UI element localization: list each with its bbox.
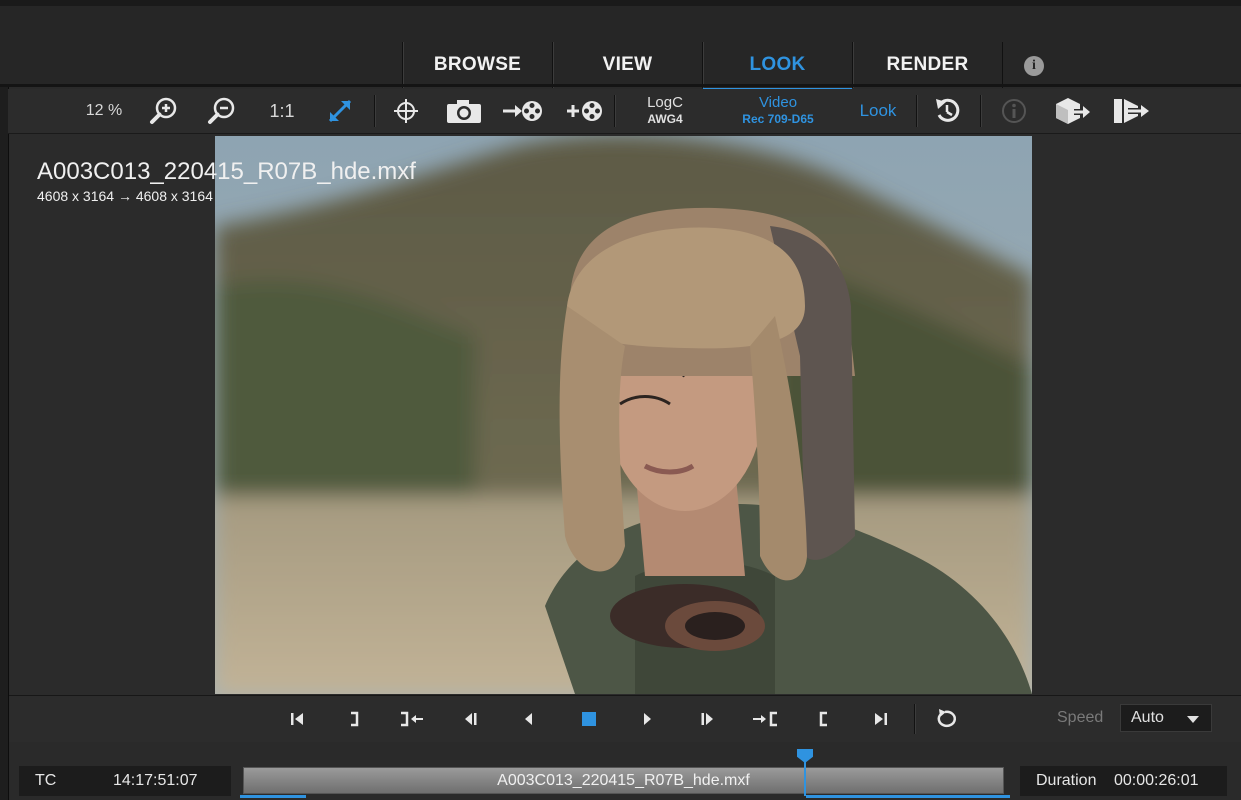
toolbar-separator — [374, 95, 375, 127]
duration-value: 00:00:26:01 — [1114, 772, 1199, 789]
duration-label: Duration — [1036, 772, 1097, 789]
clip-info-icon[interactable] — [996, 89, 1032, 133]
reset-history-icon[interactable] — [930, 89, 966, 133]
left-edge-panel — [0, 87, 9, 800]
export-reel-icon[interactable] — [500, 89, 546, 133]
tab-browse[interactable]: BROWSE — [402, 42, 552, 88]
zoom-level: 12 % — [85, 102, 123, 119]
timeline-clip[interactable]: A003C013_220415_R07B_hde.mxf — [243, 767, 1004, 794]
top-bar: BROWSE VIEW LOOK RENDER i — [0, 0, 1241, 91]
duration-box: Duration 00:00:26:01 — [1020, 766, 1227, 796]
input-colorspace-name: LogC — [647, 94, 683, 111]
transport-separator — [914, 704, 915, 734]
timecode-value: 14:17:51:07 — [113, 772, 198, 789]
out-range-marker — [806, 795, 1010, 798]
snapshot-camera-icon[interactable] — [444, 89, 484, 133]
output-colorspace[interactable]: Video Rec 709-D65 — [730, 89, 826, 133]
fit-icon[interactable] — [322, 89, 358, 133]
go-to-in-icon[interactable] — [747, 696, 783, 742]
loop-icon[interactable] — [929, 696, 965, 742]
tab-render[interactable]: RENDER — [852, 42, 1002, 88]
toolbar-separator — [980, 95, 981, 127]
export-lut-icon[interactable] — [1050, 89, 1094, 133]
chevron-down-icon — [1187, 716, 1199, 723]
speed-label: Speed — [1057, 709, 1104, 726]
go-to-start-icon[interactable] — [279, 696, 315, 742]
timecode-box: TC 14:17:51:07 — [19, 766, 231, 796]
play-icon[interactable] — [629, 696, 665, 742]
clip-filename: A003C013_220415_R07B_hde.mxf — [37, 158, 416, 185]
crosshair-icon[interactable] — [388, 89, 424, 133]
divider — [0, 84, 1241, 87]
go-to-end-icon[interactable] — [863, 696, 899, 742]
zoom-out-icon[interactable] — [204, 89, 240, 133]
export-look-icon[interactable] — [1108, 89, 1156, 133]
in-range-marker — [240, 795, 306, 798]
timecode-label: TC — [35, 772, 57, 789]
zoom-in-icon[interactable] — [146, 89, 182, 133]
viewer-toolbar: 12 % 1:1 LogC AWG4 Video Rec 709-D65 Loo… — [8, 89, 1241, 134]
input-colorspace-gamut: AWG4 — [647, 112, 683, 126]
go-to-out-icon[interactable] — [395, 696, 431, 742]
mark-out-bracket-icon[interactable] — [337, 696, 373, 742]
stop-icon[interactable] — [571, 696, 607, 742]
clip-dimensions: 4608 x 3164 → 4608 x 3164 — [37, 188, 213, 204]
add-reel-icon[interactable] — [562, 89, 608, 133]
toolbar-separator — [614, 95, 615, 127]
speed-value: Auto — [1131, 709, 1164, 726]
video-frame[interactable] — [215, 136, 1032, 694]
info-icon[interactable]: i — [1024, 56, 1044, 76]
mark-in-bracket-icon[interactable] — [805, 696, 841, 742]
mode-tabs: BROWSE VIEW LOOK RENDER — [402, 42, 1003, 91]
tab-divider — [1002, 42, 1003, 88]
output-colorspace-name: Video — [758, 94, 798, 111]
output-colorspace-standard: Rec 709-D65 — [742, 112, 814, 126]
one-to-one-button[interactable]: 1:1 — [264, 89, 300, 133]
speed-select[interactable]: Auto — [1120, 704, 1212, 732]
look-button[interactable]: Look — [854, 89, 902, 133]
tab-view[interactable]: VIEW — [552, 42, 702, 88]
toolbar-separator — [916, 95, 917, 127]
input-colorspace[interactable]: LogC AWG4 — [630, 89, 700, 133]
step-back-icon[interactable] — [453, 696, 489, 742]
play-reverse-icon[interactable] — [511, 696, 547, 742]
step-forward-icon[interactable] — [689, 696, 725, 742]
